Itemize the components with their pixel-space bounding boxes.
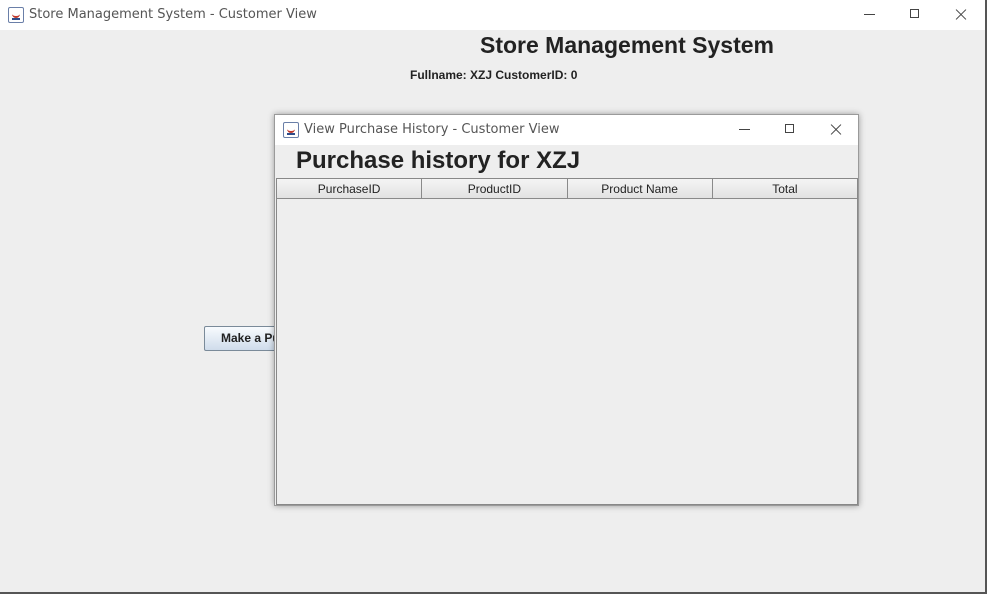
minimize-icon[interactable]: [860, 5, 880, 25]
minimize-icon[interactable]: [735, 120, 755, 140]
column-header-product-name[interactable]: Product Name: [567, 179, 713, 199]
table-body[interactable]: [277, 199, 857, 504]
column-header-total[interactable]: Total: [712, 179, 857, 199]
dialog-titlebar[interactable]: View Purchase History - Customer View: [275, 115, 858, 145]
dialog-heading: Purchase history for XZJ: [296, 147, 581, 174]
purchase-history-table[interactable]: PurchaseID ProductID Product Name Total: [276, 178, 858, 505]
main-window-title: Store Management System - Customer View: [29, 7, 317, 22]
app-heading: Store Management System: [480, 32, 774, 58]
close-icon[interactable]: [826, 120, 846, 140]
column-header-product-id[interactable]: ProductID: [422, 179, 568, 199]
purchase-history-dialog: View Purchase History - Customer View Pu…: [274, 114, 859, 506]
column-header-purchase-id[interactable]: PurchaseID: [277, 179, 423, 199]
user-info: Fullname: XZJ CustomerID: 0: [410, 68, 578, 82]
close-icon[interactable]: [951, 5, 971, 25]
table-header: PurchaseID ProductID Product Name Total: [277, 179, 857, 199]
main-titlebar[interactable]: Store Management System - Customer View: [0, 0, 985, 30]
java-icon: [283, 122, 299, 138]
dialog-title: View Purchase History - Customer View: [304, 122, 560, 137]
maximize-icon[interactable]: [780, 120, 800, 140]
maximize-icon[interactable]: [905, 5, 925, 25]
java-icon: [8, 7, 24, 23]
